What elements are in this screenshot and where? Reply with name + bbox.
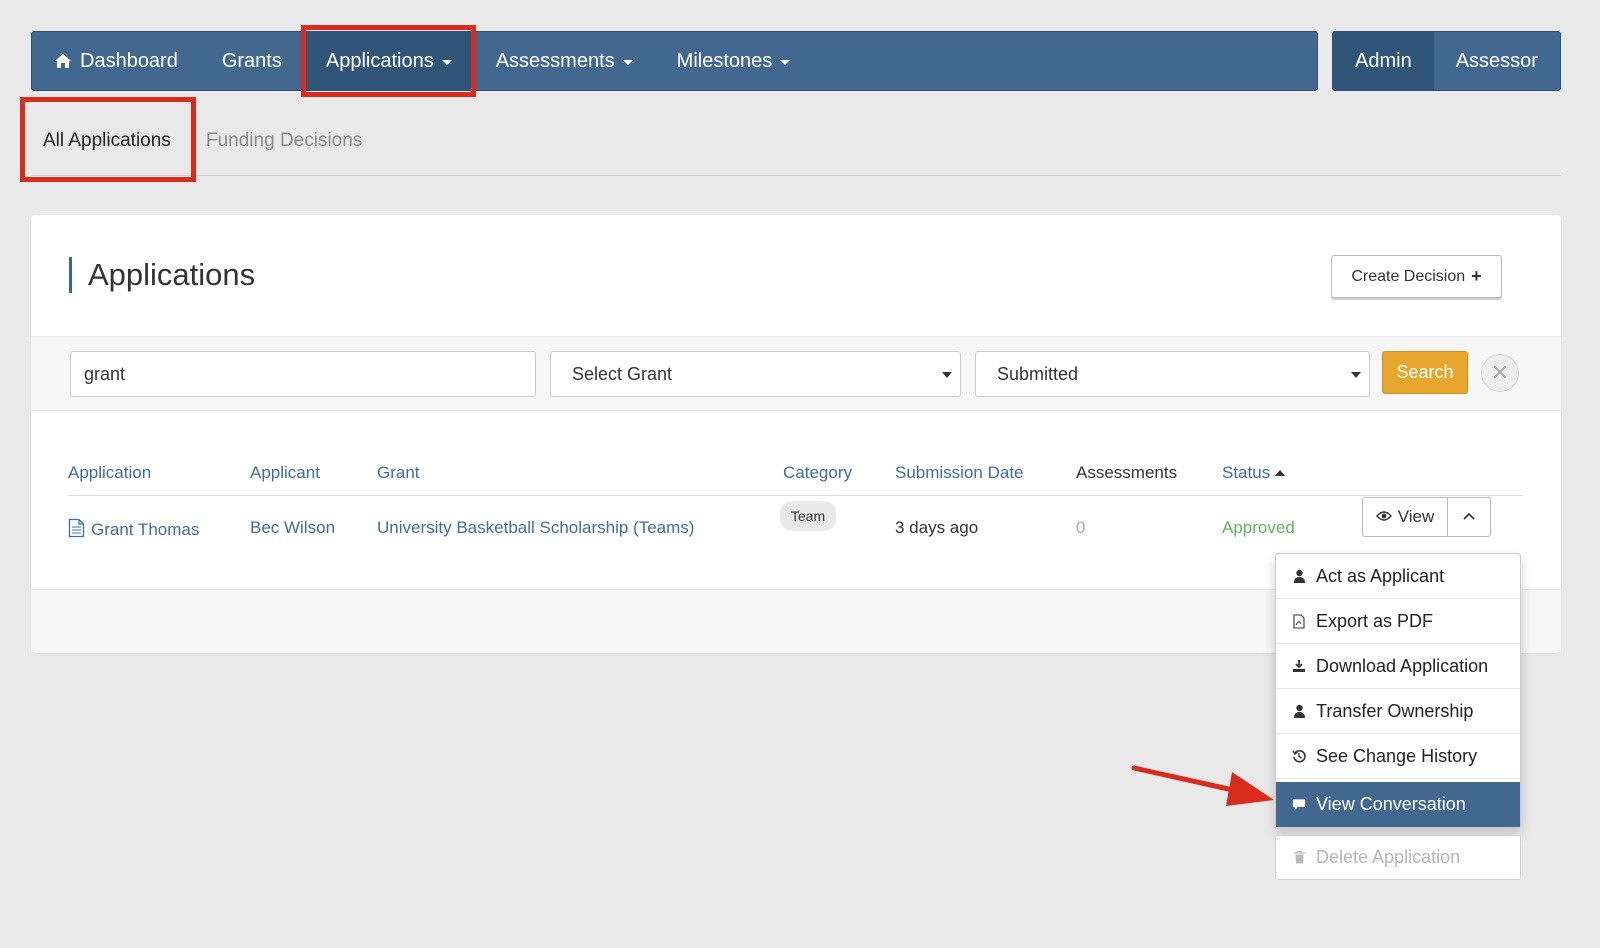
nav-assessments[interactable]: Assessments (474, 32, 655, 90)
filter-bar: Select Grant Submitted Search ✕ (31, 336, 1561, 411)
create-decision-label: Create Decision (1351, 267, 1466, 285)
actions-menu: Act as Applicant Export as PDF Download … (1275, 553, 1521, 828)
nav-milestones[interactable]: Milestones (655, 32, 813, 90)
menu-item-delete-application[interactable]: Delete Application (1275, 835, 1521, 880)
clear-search-button[interactable]: ✕ (1481, 354, 1519, 392)
subtabs: All Applications Funding Decisions (31, 98, 1561, 176)
submission-date: 3 days ago (895, 518, 979, 537)
sort-asc-icon (1275, 470, 1286, 476)
category-badge: Team (780, 501, 836, 531)
caret-down-icon (622, 59, 633, 65)
grant-select[interactable]: Select Grant (550, 351, 961, 397)
menu-item-view-conversation[interactable]: View Conversation (1276, 782, 1520, 827)
role-switcher: Admin Assessor (1332, 31, 1561, 91)
application-link[interactable]: Grant Thomas (68, 518, 199, 543)
document-icon (68, 518, 85, 543)
menu-item-export-pdf[interactable]: Export as PDF (1276, 599, 1520, 644)
search-button[interactable]: Search (1382, 351, 1468, 394)
menu-item-label: Export as PDF (1316, 610, 1434, 631)
nav-assessments-label: Assessments (495, 49, 615, 72)
comment-icon (1292, 798, 1306, 812)
caret-down-icon (441, 59, 452, 65)
tab-funding-decisions[interactable]: Funding Decisions (206, 130, 362, 152)
status-text: Approved (1222, 518, 1295, 537)
menu-item-label: Transfer Ownership (1316, 700, 1474, 721)
menu-item-label: Download Application (1316, 655, 1489, 676)
caret-down-icon (1351, 372, 1361, 378)
home-icon (54, 53, 72, 69)
menu-item-download-application[interactable]: Download Application (1276, 644, 1520, 689)
eye-icon (1375, 507, 1392, 527)
status-select[interactable]: Submitted (975, 351, 1370, 397)
close-icon: ✕ (1490, 360, 1510, 385)
nav-grants[interactable]: Grants (200, 32, 304, 90)
search-input[interactable] (70, 351, 536, 397)
history-icon (1292, 749, 1306, 763)
column-header-application[interactable]: Application (68, 463, 151, 483)
column-header-category[interactable]: Category (783, 463, 852, 483)
nav-dashboard[interactable]: Dashboard (32, 32, 200, 90)
table-header-divider (68, 495, 1522, 496)
menu-item-change-history[interactable]: See Change History (1276, 734, 1520, 779)
menu-item-label: Act as Applicant (1316, 565, 1445, 586)
nav-applications[interactable]: Applications (303, 32, 474, 90)
column-header-status-label: Status (1222, 463, 1271, 482)
nav-dashboard-label: Dashboard (80, 49, 178, 72)
user-icon (1292, 704, 1306, 718)
column-header-status[interactable]: Status (1222, 463, 1286, 483)
view-button-label: View (1397, 507, 1435, 526)
plus-icon: + (1471, 266, 1482, 286)
menu-item-label: View Conversation (1316, 794, 1466, 814)
menu-item-label: Delete Application (1316, 847, 1461, 867)
role-admin[interactable]: Admin (1333, 32, 1434, 90)
menu-item-label: See Change History (1316, 745, 1478, 766)
assessments-count: 0 (1076, 518, 1086, 537)
caret-down-icon (780, 59, 791, 65)
tab-all-applications[interactable]: All Applications (43, 130, 171, 152)
role-assessor[interactable]: Assessor (1434, 32, 1560, 90)
chevron-up-icon (1462, 508, 1476, 526)
nav-applications-label: Applications (325, 49, 434, 72)
menu-item-transfer-ownership[interactable]: Transfer Ownership (1276, 689, 1520, 734)
view-button[interactable]: View (1362, 497, 1448, 537)
trash-icon (1292, 851, 1306, 864)
pdf-file-icon (1292, 613, 1306, 629)
actions-toggle-button[interactable] (1447, 497, 1491, 537)
application-name: Grant Thomas (91, 520, 200, 539)
column-header-assessments: Assessments (1076, 463, 1178, 482)
caret-down-icon (942, 372, 952, 378)
column-header-submission-date[interactable]: Submission Date (895, 463, 1024, 483)
create-decision-button[interactable]: Create Decision + (1331, 255, 1502, 298)
user-icon (1292, 569, 1306, 583)
nav-grants-label: Grants (221, 49, 282, 72)
grant-link[interactable]: University Basketball Scholarship (Teams… (377, 518, 694, 538)
column-header-applicant[interactable]: Applicant (250, 463, 320, 483)
applicant-link[interactable]: Bec Wilson (250, 518, 335, 538)
page-title: Applications (69, 257, 255, 293)
annotation-arrow-icon (1131, 765, 1274, 806)
status-select-value: Submitted (997, 363, 1079, 384)
column-header-grant[interactable]: Grant (377, 463, 420, 483)
nav-milestones-label: Milestones (676, 49, 773, 72)
main-nav: Dashboard Grants Applications Assessment… (31, 31, 1318, 91)
menu-item-act-as-applicant[interactable]: Act as Applicant (1276, 554, 1520, 599)
grant-select-value: Select Grant (572, 363, 673, 384)
download-icon (1292, 659, 1306, 673)
